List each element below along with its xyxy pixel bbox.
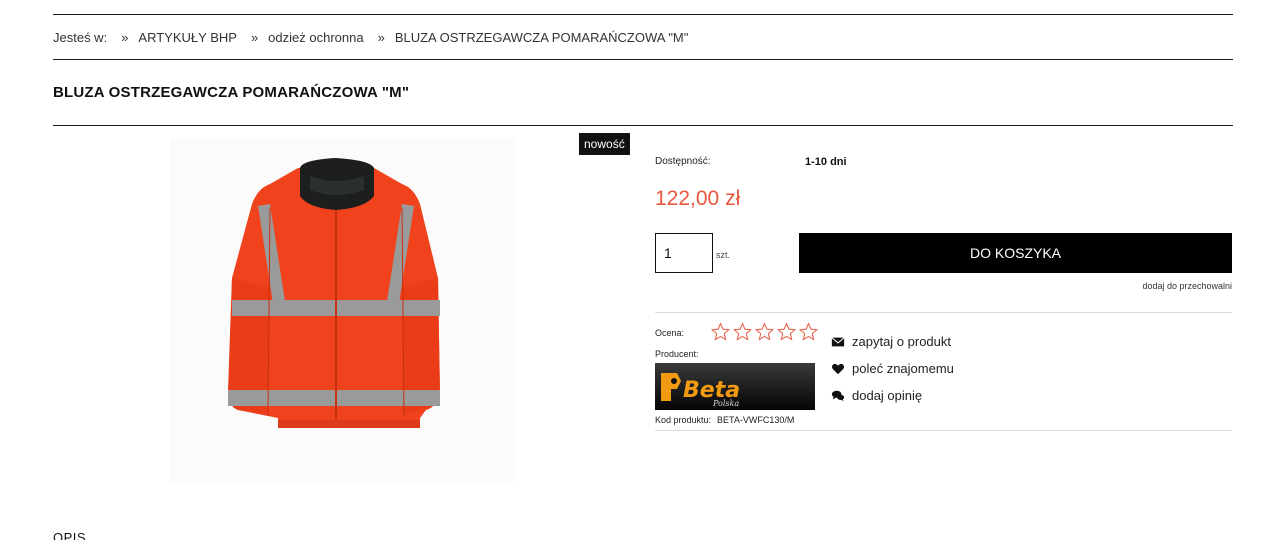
star-icon[interactable] — [754, 322, 775, 342]
page-title: BLUZA OSTRZEGAWCZA POMARAŃCZOWA "M" — [53, 84, 410, 101]
envelope-icon — [831, 336, 845, 346]
description-heading: OPIS — [53, 530, 87, 540]
breadcrumb-item-current: BLUZA OSTRZEGAWCZA POMARAŃCZOWA "M" — [394, 30, 689, 45]
star-icon[interactable] — [710, 322, 731, 342]
breadcrumb-separator: » — [250, 30, 259, 45]
product-code-value: BETA-VWFC130/M — [717, 415, 795, 425]
add-review-link[interactable]: dodaj opinię — [831, 382, 954, 409]
star-icon[interactable] — [776, 322, 797, 342]
brand-subtitle-text: Polska — [712, 399, 739, 408]
product-actions: zapytaj o produkt poleć znajomemu dodaj … — [831, 328, 954, 409]
breadcrumb-item-artykuly-bhp[interactable]: ARTYKUŁY BHP — [138, 30, 237, 45]
ask-about-product-label: zapytaj o produkt — [852, 334, 952, 349]
recommend-to-friend-link[interactable]: poleć znajomemu — [831, 355, 954, 382]
title-divider — [53, 125, 1233, 126]
product-code-label: Kod produktu: — [655, 415, 712, 425]
add-to-storage-link[interactable]: dodaj do przechowalni — [1142, 281, 1232, 291]
star-icon[interactable] — [732, 322, 753, 342]
brand-logo[interactable]: Beta Polska — [655, 363, 815, 410]
jacket-image — [228, 158, 440, 428]
rating-stars[interactable] — [710, 322, 819, 342]
breadcrumb-item-odziez-ochronna[interactable]: odzież ochronna — [268, 30, 363, 45]
star-icon[interactable] — [798, 322, 819, 342]
top-divider — [53, 14, 1233, 15]
producer-label: Producent: — [655, 349, 699, 359]
quantity-unit: szt. — [716, 250, 731, 260]
rating-label: Ocena: — [655, 328, 685, 338]
availability-value: 1-10 dni — [805, 156, 847, 168]
product-image[interactable] — [170, 138, 515, 483]
breadcrumb: Jesteś w: » ARTYKUŁY BHP » odzież ochron… — [53, 30, 688, 45]
comments-icon — [831, 390, 845, 401]
add-to-cart-button[interactable]: DO KOSZYKA — [799, 233, 1232, 273]
product-price: 122,00 zł — [655, 187, 741, 210]
details-divider-top — [655, 312, 1232, 313]
breadcrumb-divider — [53, 59, 1233, 60]
heart-icon — [831, 363, 845, 374]
recommend-to-friend-label: poleć znajomemu — [852, 361, 954, 376]
breadcrumb-separator: » — [377, 30, 385, 45]
quantity-input[interactable] — [655, 233, 713, 273]
details-divider-bottom — [655, 430, 1232, 431]
breadcrumb-prefix: Jesteś w: — [53, 30, 108, 45]
availability-label: Dostępność: — [655, 156, 711, 167]
breadcrumb-separator: » — [121, 30, 129, 45]
ask-about-product-link[interactable]: zapytaj o produkt — [831, 328, 954, 355]
new-badge: nowość — [579, 133, 630, 155]
add-review-label: dodaj opinię — [852, 388, 923, 403]
product-code: Kod produktu: BETA-VWFC130/M — [655, 415, 794, 425]
